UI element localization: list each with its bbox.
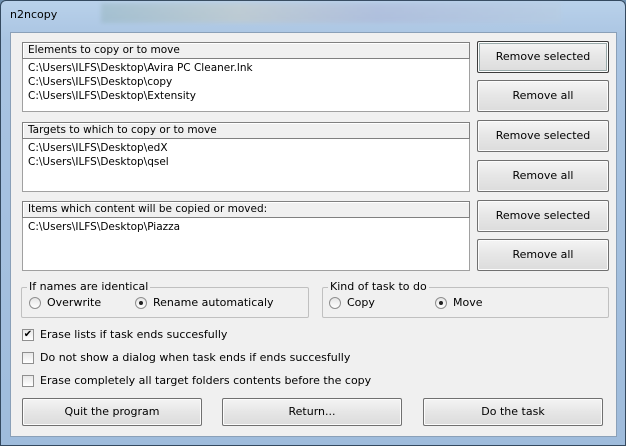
no-dialog-label: Do not show a dialog when task ends if e… <box>40 351 351 364</box>
list-item[interactable]: C:\Users\ILFS\Desktop\Piazza <box>23 220 469 234</box>
contents-remove-selected-button[interactable]: Remove selected <box>477 200 609 232</box>
targets-remove-selected-button[interactable]: Remove selected <box>477 120 609 152</box>
radio-selected-icon <box>435 296 447 309</box>
radio-icon <box>329 296 341 309</box>
move-radio[interactable]: Move <box>435 296 483 309</box>
targets-list[interactable]: Targets to which to copy or to move C:\U… <box>22 122 470 192</box>
elements-list[interactable]: Elements to copy or to move C:\Users\ILF… <box>22 42 470 112</box>
window-frame: n2ncopy Elements to copy or to move C:\U… <box>0 0 626 446</box>
checkbox-icon <box>22 374 34 387</box>
rename-label: Rename automaticaly <box>153 296 274 309</box>
checkmark-icon: ✔ <box>22 328 34 341</box>
return-button[interactable]: Return... <box>222 398 402 426</box>
radio-icon <box>29 296 41 309</box>
overwrite-label: Overwrite <box>47 296 102 309</box>
overwrite-radio[interactable]: Overwrite <box>29 296 101 309</box>
copy-radio[interactable]: Copy <box>329 296 375 309</box>
targets-remove-all-button[interactable]: Remove all <box>477 160 609 192</box>
list-item[interactable]: C:\Users\ILFS\Desktop\copy <box>23 75 469 89</box>
dialog-client: Elements to copy or to move C:\Users\ILF… <box>10 32 617 437</box>
elements-list-header[interactable]: Elements to copy or to move <box>22 42 470 59</box>
checkbox-icon <box>22 351 34 364</box>
list-item[interactable]: C:\Users\ILFS\Desktop\Avira PC Cleaner.l… <box>23 61 469 75</box>
list-item[interactable]: C:\Users\ILFS\Desktop\qsel <box>23 155 469 169</box>
erase-lists-checkbox[interactable]: ✔ Erase lists if task ends succesfully <box>22 328 227 341</box>
names-identical-label: If names are identical <box>27 280 151 293</box>
move-label: Move <box>453 296 483 309</box>
erase-lists-label: Erase lists if task ends succesfully <box>40 328 228 341</box>
names-identical-group: If names are identical Overwrite Rename … <box>21 280 309 318</box>
elements-remove-selected-button[interactable]: Remove selected <box>477 41 609 73</box>
task-kind-group: Kind of task to do Copy Move <box>322 280 609 318</box>
window-title: n2ncopy <box>10 8 58 21</box>
contents-list-header[interactable]: Items which content will be copied or mo… <box>22 201 470 218</box>
task-kind-label: Kind of task to do <box>328 280 429 293</box>
copy-label: Copy <box>347 296 375 309</box>
list-item[interactable]: C:\Users\ILFS\Desktop\edX <box>23 141 469 155</box>
rename-radio[interactable]: Rename automaticaly <box>135 296 274 309</box>
radio-selected-icon <box>135 296 147 309</box>
background-blur <box>101 3 561 23</box>
contents-list[interactable]: Items which content will be copied or mo… <box>22 201 470 271</box>
list-item[interactable]: C:\Users\ILFS\Desktop\Extensity <box>23 89 469 103</box>
contents-remove-all-button[interactable]: Remove all <box>477 239 609 271</box>
targets-list-header[interactable]: Targets to which to copy or to move <box>22 122 470 139</box>
do-task-button[interactable]: Do the task <box>423 398 603 426</box>
no-dialog-checkbox[interactable]: Do not show a dialog when task ends if e… <box>22 351 350 364</box>
erase-targets-checkbox[interactable]: Erase completely all target folders cont… <box>22 374 371 387</box>
elements-remove-all-button[interactable]: Remove all <box>477 80 609 112</box>
erase-targets-label: Erase completely all target folders cont… <box>40 374 372 387</box>
quit-button[interactable]: Quit the program <box>22 398 202 426</box>
